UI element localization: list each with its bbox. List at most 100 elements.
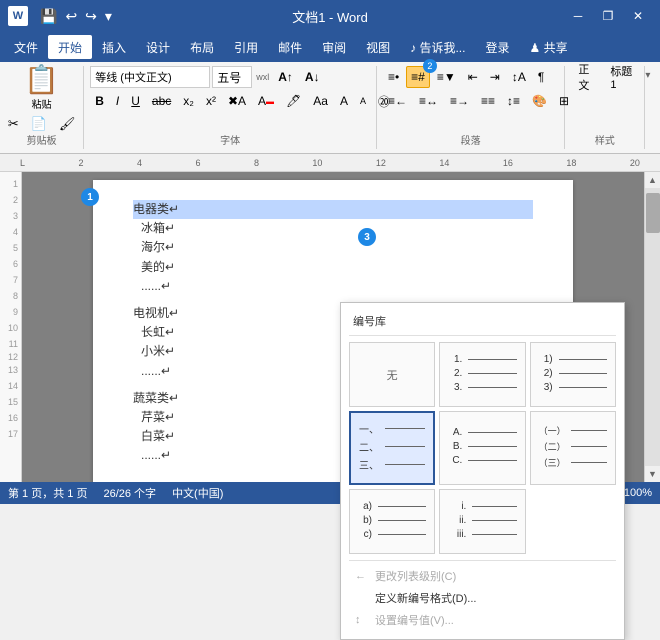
numeric-lines: 1. 2. 3. xyxy=(444,352,520,398)
font-name-box[interactable]: 等线 (中文正文) xyxy=(90,66,210,88)
clear-format-button[interactable]: ✖A xyxy=(223,90,251,112)
menu-design[interactable]: 设计 xyxy=(136,35,180,59)
paste-button[interactable]: 📋 粘贴 xyxy=(24,66,59,111)
list-style-numeric[interactable]: 1. 2. 3. xyxy=(439,342,525,407)
underline-button[interactable]: U xyxy=(126,90,145,112)
scroll-down-btn[interactable]: ▼ xyxy=(645,466,660,482)
quick-access-toolbar: 💾 ↩ ↪ ▾ xyxy=(38,6,114,27)
line-num-7: 7 xyxy=(0,272,18,288)
list-style-none[interactable]: 无 xyxy=(349,342,435,407)
scroll-track[interactable] xyxy=(645,188,660,466)
align-left-button[interactable]: ≡← xyxy=(383,90,412,112)
superscript-button[interactable]: x² xyxy=(201,90,221,112)
close-button[interactable]: ✕ xyxy=(624,5,652,27)
font-smallA-button[interactable]: A xyxy=(355,90,371,112)
item-midea: 美的↵ xyxy=(133,258,533,277)
paragraph-label: 段落 xyxy=(377,132,564,147)
increase-indent-button[interactable]: ⇥ xyxy=(485,66,505,88)
menu-mailings[interactable]: 邮件 xyxy=(268,35,312,59)
title-bar: W 💾 ↩ ↪ ▾ 文档1 - Word ─ ❐ ✕ xyxy=(0,0,660,32)
menu-bar: 文件 开始 插入 设计 布局 引用 邮件 审阅 视图 ♪ 告诉我... 登录 ♟… xyxy=(0,32,660,62)
list-style-alpha[interactable]: A. B. C. xyxy=(439,411,525,485)
chinese-line-1: 一、 xyxy=(359,421,425,436)
vertical-scrollbar[interactable]: ▲ ▼ xyxy=(644,172,660,482)
shading-button[interactable]: 🎨 xyxy=(527,90,552,112)
ruler-6: 6 xyxy=(195,158,200,168)
menu-review[interactable]: 审阅 xyxy=(312,35,356,59)
menu-help[interactable]: ♪ 告诉我... xyxy=(400,35,475,59)
style-normal[interactable]: 正文 xyxy=(571,66,603,88)
roman-line-3: iii. xyxy=(448,529,516,540)
line-num-2: 2 xyxy=(0,192,18,208)
justify-button[interactable]: ≡≡ xyxy=(476,90,500,112)
chinese-line-2: 二、 xyxy=(359,439,425,454)
clipboard-group: 📋 粘贴 ✂ 📄 🖌 剪贴板 xyxy=(0,66,84,149)
minimize-button[interactable]: ─ xyxy=(564,5,592,27)
word-app-icon: W xyxy=(8,6,28,26)
list-style-paren[interactable]: 1) 2) 3) xyxy=(530,342,616,407)
font-aa-button[interactable]: Aa xyxy=(308,90,333,112)
ruler: L 2 4 6 8 10 12 14 16 18 20 xyxy=(0,154,660,172)
line-num-10: 10 xyxy=(0,320,18,336)
menu-share[interactable]: ♟ 共享 xyxy=(520,35,578,59)
menu-file[interactable]: 文件 xyxy=(4,35,48,59)
bold-button[interactable]: B xyxy=(90,90,109,112)
subscript-button[interactable]: x₂ xyxy=(178,90,199,112)
alpha-line-1: A. xyxy=(448,427,516,438)
undo-quick-btn[interactable]: ↩ xyxy=(63,6,79,27)
ruler-numbers: L 2 4 6 8 10 12 14 16 18 20 xyxy=(20,158,640,168)
line-num-12: 12 xyxy=(0,352,18,362)
font-color-button[interactable]: A▬ xyxy=(253,90,279,112)
menu-layout[interactable]: 布局 xyxy=(180,35,224,59)
word-count: 26/26 个字 xyxy=(103,485,156,501)
sort-button[interactable]: ↕A xyxy=(507,66,531,88)
ruler-16: 16 xyxy=(503,158,513,168)
paste-icon: 📋 xyxy=(24,66,59,94)
line-num-3: 3 xyxy=(0,208,18,224)
customize-quick-btn[interactable]: ▾ xyxy=(103,6,114,27)
redo-quick-btn[interactable]: ↪ xyxy=(83,6,99,27)
define-new-format-action[interactable]: 定义新编号格式(D)... xyxy=(349,587,616,609)
scroll-up-btn[interactable]: ▲ xyxy=(645,172,660,188)
bullets-button[interactable]: ≡• xyxy=(383,66,404,88)
strikethrough-button[interactable]: abc xyxy=(147,90,176,112)
paren-line-3: 3) xyxy=(539,382,607,393)
line-num-16: 16 xyxy=(0,410,18,426)
item-haier: 海尔↵ xyxy=(133,238,533,257)
show-marks-button[interactable]: ¶ xyxy=(533,66,549,88)
decrease-font-btn[interactable]: A↓ xyxy=(300,66,325,88)
styles-label: 样式 xyxy=(565,132,644,147)
styles-group: 正文 标题1 样式 xyxy=(565,66,645,149)
font-label: 字体 xyxy=(84,132,376,147)
menu-view[interactable]: 视图 xyxy=(356,35,400,59)
line-spacing-button[interactable]: ↕≡ xyxy=(502,90,525,112)
menu-signin[interactable]: 登录 xyxy=(475,35,519,59)
numbering-button[interactable]: ≡# 2 xyxy=(406,66,430,88)
list-style-chinese[interactable]: 一、 二、 三、 xyxy=(349,411,435,485)
increase-font-btn[interactable]: A↑ xyxy=(273,66,298,88)
ribbon-expand-btn[interactable]: ▾ xyxy=(645,66,660,149)
list-style-roman[interactable]: i. ii. iii. xyxy=(439,489,525,554)
restore-button[interactable]: ❐ xyxy=(594,5,622,27)
menu-insert[interactable]: 插入 xyxy=(92,35,136,59)
menu-home[interactable]: 开始 xyxy=(48,35,92,59)
list-style-alpha-lower[interactable]: a) b) c) xyxy=(349,489,435,554)
cn-paren-line-3: （三） xyxy=(539,456,607,469)
menu-references[interactable]: 引用 xyxy=(224,35,268,59)
font-size-box[interactable]: 五号 xyxy=(212,66,252,88)
paren-line-2: 2) xyxy=(539,368,607,379)
italic-button[interactable]: I xyxy=(111,90,124,112)
style-h1[interactable]: 标题1 xyxy=(605,66,638,88)
scroll-thumb[interactable] xyxy=(646,193,660,233)
ruler-10: 10 xyxy=(312,158,322,168)
highlight-button[interactable]: 🖊 xyxy=(281,90,306,112)
para-row2: ≡← ≡↔ ≡→ ≡≡ ↕≡ 🎨 ⊞ xyxy=(383,90,558,112)
font-bigA-button[interactable]: A xyxy=(335,90,353,112)
item-fridge: 冰箱↵ xyxy=(133,219,533,238)
list-style-chinese-paren[interactable]: （一） （二） （三） xyxy=(530,411,616,485)
align-center-button[interactable]: ≡↔ xyxy=(414,90,443,112)
align-right-button[interactable]: ≡→ xyxy=(445,90,474,112)
decrease-indent-button[interactable]: ⇤ xyxy=(463,66,483,88)
save-quick-btn[interactable]: 💾 xyxy=(38,6,59,27)
line-num-15: 15 xyxy=(0,394,18,410)
